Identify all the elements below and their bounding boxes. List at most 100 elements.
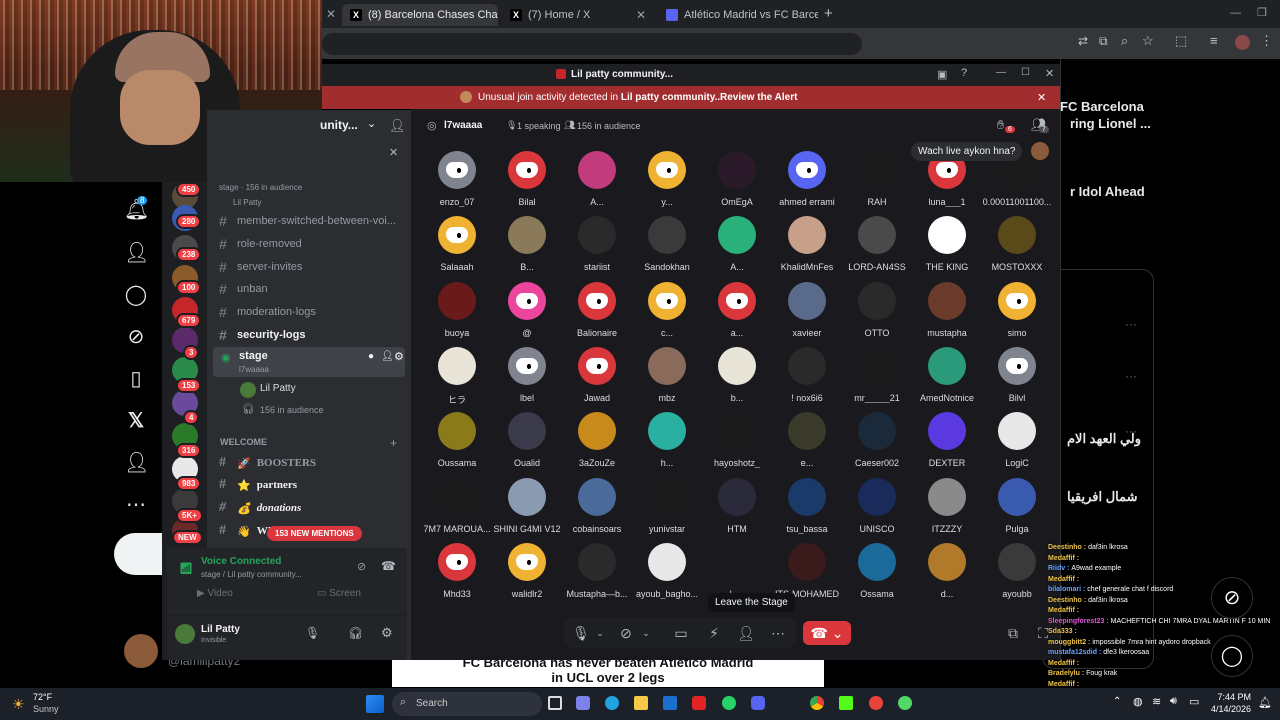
window-maximize-icon[interactable]: ❐: [1257, 6, 1267, 19]
x-logo-icon[interactable]: 𝕏: [124, 409, 148, 433]
window-minimize-icon[interactable]: —: [1230, 7, 1241, 19]
app-icon[interactable]: [869, 696, 883, 710]
channel-moderation-logs[interactable]: # moderation-logs: [219, 304, 316, 320]
audience-member[interactable]: ahmed errami: [769, 151, 845, 207]
audience-member[interactable]: Bilvl: [979, 346, 1055, 403]
audience-member[interactable]: mustapha: [909, 281, 985, 338]
audience-member[interactable]: simo: [979, 281, 1055, 338]
audience-member[interactable]: MOSTOXXX: [979, 216, 1055, 272]
audience-member[interactable]: Mhd33: [419, 542, 495, 599]
audience-member[interactable]: ! nox6i6: [769, 346, 845, 403]
audience-member[interactable]: OTTO: [839, 281, 915, 338]
audience-member[interactable]: ヒラ: [419, 346, 495, 406]
chat-icon[interactable]: ●: [368, 351, 374, 362]
audience-member[interactable]: d...: [909, 542, 985, 599]
weather-desc[interactable]: Sunny: [33, 704, 59, 714]
audience-member[interactable]: SHINI G4MI V12: [489, 477, 565, 534]
twitter-profile-avatar[interactable]: [124, 634, 158, 668]
audience-member[interactable]: l. ...: [699, 542, 775, 599]
chevron-down-icon[interactable]: ⌄: [640, 621, 652, 645]
audience-member[interactable]: Caeser002: [839, 412, 915, 468]
close-tab-icon[interactable]: ✕: [326, 7, 336, 21]
browser-tab-barcelona[interactable]: X (8) Barcelona Chases Champion ✕: [342, 4, 498, 26]
leave-stage-icon[interactable]: 👤︎: [737, 621, 755, 645]
screen-share-button[interactable]: ▭ Screen: [317, 588, 361, 599]
window-close-icon[interactable]: ✕: [1045, 67, 1054, 80]
audience-member[interactable]: ITS-MOHAMED: [769, 542, 845, 599]
clock-time[interactable]: 7:44 PM: [1215, 692, 1251, 702]
voice-status[interactable]: Voice Connected: [201, 556, 281, 567]
audience-member[interactable]: h...: [629, 412, 705, 468]
audience-member[interactable]: Oussama: [419, 412, 495, 468]
user-name[interactable]: Lil Patty: [201, 624, 240, 635]
settings-gear-icon[interactable]: ⚙: [381, 625, 393, 641]
noise-suppression-icon[interactable]: ⊘: [357, 560, 366, 573]
audience-member[interactable]: Bilal: [489, 151, 565, 207]
category-welcome[interactable]: WELCOME: [220, 437, 267, 447]
audience-member[interactable]: buoya: [419, 281, 495, 338]
audience-member[interactable]: UNISCO: [839, 477, 915, 534]
popout-icon[interactable]: ▣: [937, 68, 947, 81]
review-alert-link[interactable]: Review the Alert: [720, 92, 797, 103]
close-icon[interactable]: ✕: [636, 8, 646, 22]
grok-icon[interactable]: ⊘: [124, 325, 148, 349]
audience-member[interactable]: ayoub_bagho...: [629, 542, 705, 599]
channel-boosters[interactable]: # 🚀 BOOSTERS: [219, 455, 316, 471]
activity-icon[interactable]: ⚡︎: [705, 621, 723, 645]
new-mentions-pill[interactable]: 153 NEW MENTIONS: [267, 526, 362, 541]
weather-temp[interactable]: 72°F: [33, 692, 52, 702]
file-explorer-icon[interactable]: [634, 696, 648, 710]
audience-member[interactable]: Ossama: [839, 542, 915, 599]
store-icon[interactable]: [663, 696, 677, 710]
channel-partners[interactable]: # ⭐ partners: [219, 477, 297, 493]
chevron-down-icon[interactable]: ⌄: [367, 117, 376, 130]
stage-channel-row[interactable]: ◉ stage l7waaaa ● 👤︎ ⚙: [213, 347, 405, 377]
browser-tab-atletico[interactable]: Atlético Madrid vs FC Barcelona ✕: [658, 4, 818, 26]
profile-icon[interactable]: 👤︎: [124, 451, 149, 475]
audience-member[interactable]: yunivstar: [629, 477, 705, 534]
messages-icon[interactable]: ◯: [1211, 635, 1253, 677]
audience-member[interactable]: walidlr2: [489, 542, 565, 599]
audience-member[interactable]: c...: [629, 281, 705, 338]
microphone-icon[interactable]: 🎙︎: [305, 626, 320, 640]
chrome-icon[interactable]: [810, 696, 824, 710]
close-icon[interactable]: ✕: [389, 146, 398, 159]
channel-donations[interactable]: # 💰 donations: [219, 500, 301, 516]
audience-member[interactable]: Balionaire: [559, 281, 635, 338]
audience-member[interactable]: Pulga: [979, 477, 1055, 534]
install-icon[interactable]: ⧉: [1099, 34, 1108, 49]
more-icon[interactable]: ···: [1125, 369, 1137, 383]
audience-member[interactable]: RAH: [839, 151, 915, 207]
voice-channel[interactable]: stage / Lil patty community...: [201, 570, 302, 579]
audience-member[interactable]: KhalidMnFes: [769, 216, 845, 272]
audience-member[interactable]: Oualid: [489, 412, 565, 468]
audience-member[interactable]: enzo_07: [419, 151, 495, 207]
post-button[interactable]: [114, 533, 164, 575]
trend-headline[interactable]: FC Barcelona: [1060, 99, 1144, 114]
channel-member-switched[interactable]: # member-switched-between-voi...: [219, 213, 396, 229]
audience-member[interactable]: xavieer: [769, 281, 845, 338]
chevron-down-icon[interactable]: ⌄: [594, 621, 606, 645]
browser-tab-home-x[interactable]: X (7) Home / X ✕: [502, 4, 654, 26]
signal-icon[interactable]: 📶︎: [179, 562, 193, 575]
audience-member[interactable]: Jawad: [559, 346, 635, 403]
menu-kebab-icon[interactable]: ⋮: [1260, 33, 1273, 49]
audience-member[interactable]: Mustapha—b...: [559, 542, 635, 599]
audience-member[interactable]: mr_____21: [839, 346, 915, 403]
task-view-icon[interactable]: [548, 696, 562, 710]
extensions-icon[interactable]: ⬚: [1175, 33, 1187, 49]
audience-member[interactable]: mbz: [629, 346, 705, 403]
audience-member[interactable]: ayoubb: [979, 542, 1055, 599]
audience-member[interactable]: A...: [699, 216, 775, 272]
more-circle-icon[interactable]: ⋯: [124, 493, 148, 517]
audience-member[interactable]: Salaaah: [419, 216, 495, 272]
channel-security-logs[interactable]: # security-logs: [219, 327, 305, 343]
audience-member[interactable]: 7M7 MAROUA...: [419, 477, 495, 534]
audience-member[interactable]: y...: [629, 151, 705, 207]
channel-role-removed[interactable]: # role-removed: [219, 236, 302, 252]
channel-unban[interactable]: # unban: [219, 281, 268, 297]
more-icon[interactable]: ···: [1125, 317, 1137, 331]
invite-people-icon[interactable]: 👤︎: [389, 118, 406, 134]
trend-headline[interactable]: ring Lionel ...: [1070, 116, 1151, 131]
window-maximize-icon[interactable]: ☐: [1021, 67, 1030, 78]
